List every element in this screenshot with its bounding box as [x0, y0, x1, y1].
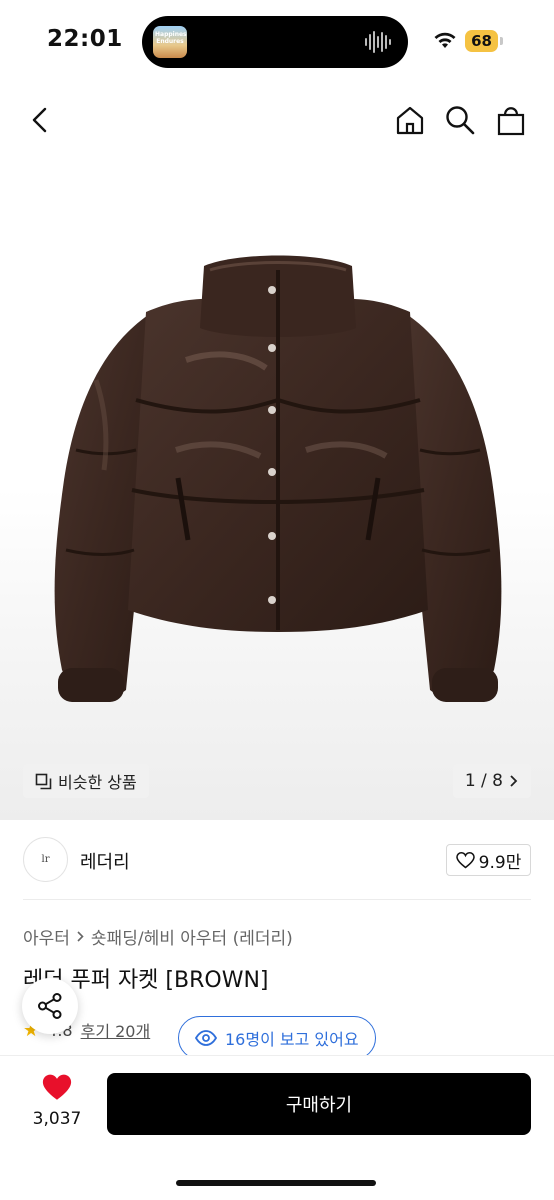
audio-waveform-icon [365, 31, 391, 53]
chevron-left-icon [32, 107, 47, 133]
buy-button[interactable]: 구매하기 [107, 1073, 531, 1135]
brand-name[interactable]: 레더리 [80, 848, 130, 874]
status-bar: 22:01 Happiness Endures 68 [0, 0, 554, 82]
battery-level: 68 [471, 32, 492, 50]
heart-outline-icon [455, 851, 475, 868]
pager-text: 1 / 8 [464, 771, 503, 791]
copy-icon [35, 773, 52, 789]
now-playing-artwork: Happiness Endures [153, 26, 187, 58]
search-icon [446, 106, 475, 135]
wishlist-button[interactable]: 3,037 [22, 1074, 92, 1129]
now-playing-art-text: Happiness Endures [155, 31, 187, 45]
shopping-bag-icon [497, 107, 525, 136]
battery-indicator: 68 [465, 30, 503, 52]
dynamic-island[interactable]: Happiness Endures [142, 16, 408, 68]
home-button[interactable] [392, 102, 428, 138]
share-button[interactable] [22, 978, 78, 1034]
heart-filled-icon [42, 1074, 72, 1100]
brand-like-button[interactable]: 9.9만 [446, 844, 531, 876]
search-button[interactable] [442, 102, 478, 138]
home-indicator [176, 1180, 376, 1186]
breadcrumb-category[interactable]: 아우터 [23, 924, 70, 949]
brand-logo-text: lr [41, 854, 50, 865]
breadcrumb: 아우터 숏패딩/헤비 아우터 (레더리) [23, 924, 293, 949]
wifi-icon [434, 32, 456, 48]
eye-icon [195, 1030, 217, 1046]
reviews-link[interactable]: 후기 20개 [81, 1018, 151, 1042]
breadcrumb-subcategory[interactable]: 숏패딩/헤비 아우터 (레더리) [91, 924, 293, 949]
chevron-right-icon [77, 931, 84, 942]
chevron-right-icon [510, 775, 518, 787]
share-icon [38, 993, 62, 1019]
wishlist-count: 3,037 [32, 1109, 82, 1129]
similar-products-button[interactable]: 비슷한 상품 [23, 764, 149, 798]
cart-button[interactable] [493, 102, 529, 138]
status-time: 22:01 [47, 26, 123, 52]
back-button[interactable] [22, 102, 58, 138]
brand-like-count: 9.9만 [478, 852, 522, 873]
product-image-jacket [54, 255, 502, 702]
divider [23, 899, 531, 900]
brand-logo[interactable]: lr [23, 837, 68, 882]
similar-products-label: 비슷한 상품 [58, 773, 137, 792]
live-viewers-text: 16명이 보고 있어요 [225, 1030, 359, 1049]
image-pager[interactable]: 1 / 8 [452, 764, 531, 798]
live-viewers-badge: 16명이 보고 있어요 [178, 1016, 376, 1060]
home-icon [396, 106, 424, 135]
